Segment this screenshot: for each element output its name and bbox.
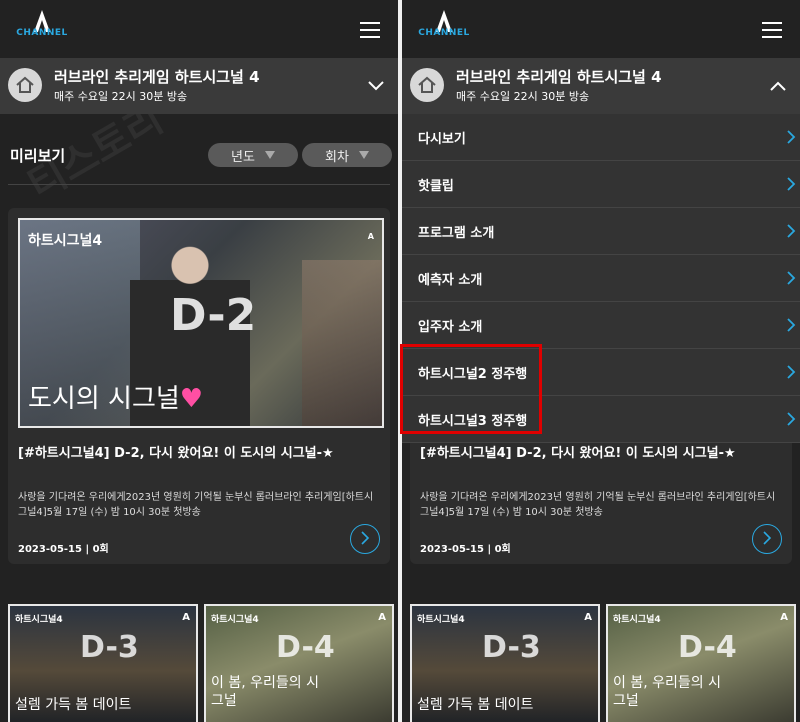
heart-icon: ♥ (179, 384, 204, 414)
chevron-right-icon[interactable] (752, 524, 782, 554)
section-title: 미리보기 (10, 147, 66, 165)
filter-label: 회차 (325, 149, 349, 165)
featured-card[interactable]: 하트시그널4 A D-2 도시의 시그널♥ [#하트시그널4] D-2, 다시 … (8, 208, 390, 564)
thumbnail-logo: 하트시그널4 (211, 615, 259, 625)
menu-item-replay[interactable]: 다시보기 (402, 114, 800, 161)
chevron-right-icon (787, 271, 796, 285)
top-bar: CHANNEL (0, 0, 398, 58)
thumbnail-caption: 설렘 가득 봄 데이트 (417, 697, 534, 713)
logo-text: CHANNEL (418, 28, 470, 38)
triangle-down-icon (358, 151, 369, 159)
channel-a-icon: A (584, 612, 592, 623)
chevron-right-icon (787, 365, 796, 379)
logo-text: CHANNEL (16, 28, 68, 38)
program-schedule: 매주 수요일 22시 30분 방송 (54, 90, 188, 103)
chevron-down-icon[interactable] (366, 76, 386, 96)
video-thumbnail[interactable]: 하트시그널4 A D-3 설렘 가득 봄 데이트 (410, 604, 600, 722)
thumbnail-logo: 하트시그널4 (28, 233, 103, 249)
menu-item-program-intro[interactable]: 프로그램 소개 (402, 208, 800, 255)
channel-a-icon: A (780, 612, 788, 623)
channel-a-icon: A (367, 232, 374, 241)
left-screen: 티스토리 티스토리 CHANNEL 러브라인 추리게임 하트시그널 4 매주 수… (0, 0, 398, 722)
menu-item-label: 다시보기 (418, 132, 466, 147)
card-description: 사랑을 기다려온 우리에게2023년 영원히 기억될 눈부신 롭러브라인 추리게… (18, 492, 374, 518)
menu-item-label: 예측자 소개 (418, 273, 483, 288)
thumbnail-badge: D-3 (80, 630, 139, 665)
card-title[interactable]: [#하트시그널4] D-2, 다시 왔어요! 이 도시의 시그널-★ (420, 442, 736, 461)
menu-item-label: 프로그램 소개 (418, 226, 495, 241)
card-description: 사랑을 기다려온 우리에게2023년 영원히 기억될 눈부신 롭러브라인 추리게… (420, 492, 776, 518)
menu-item-predictors[interactable]: 예측자 소개 (402, 255, 800, 302)
menu-item-residents[interactable]: 입주자 소개 (402, 302, 800, 349)
divider (8, 184, 390, 185)
home-icon[interactable] (410, 68, 444, 102)
program-title: 러브라인 추리게임 하트시그널 4 (54, 68, 260, 86)
card-title[interactable]: [#하트시그널4] D-2, 다시 왔어요! 이 도시의 시그널-★ (18, 442, 334, 461)
year-filter[interactable]: 년도 (208, 143, 298, 167)
chevron-right-icon (787, 224, 796, 238)
episode-filter[interactable]: 회차 (302, 143, 392, 167)
thumbnail-caption: 이 봄, 우리들의 시그널 (211, 675, 319, 709)
filter-label: 년도 (231, 149, 255, 165)
chevron-right-icon (787, 130, 796, 144)
thumbnail-caption: 도시의 시그널♥ (28, 384, 204, 414)
thumbnail-badge: D-3 (482, 630, 541, 665)
program-bar: 러브라인 추리게임 하트시그널 4 매주 수요일 22시 30분 방송 (0, 58, 398, 114)
thumbnail-badge: D-4 (678, 630, 737, 665)
chevron-right-icon (787, 412, 796, 426)
top-bar: CHANNEL (402, 0, 800, 58)
thumbnail-caption: 설렘 가득 봄 데이트 (15, 697, 132, 713)
menu-item-label: 핫클립 (418, 179, 454, 194)
channel-a-logo[interactable]: CHANNEL (16, 10, 68, 48)
menu-item-label: 입주자 소개 (418, 320, 483, 335)
chevron-up-icon[interactable] (768, 76, 788, 96)
thumbnail-caption: 이 봄, 우리들의 시그널 (613, 675, 721, 709)
home-icon[interactable] (8, 68, 42, 102)
card-date: 2023-05-15 | 0회 (420, 544, 511, 555)
program-title: 러브라인 추리게임 하트시그널 4 (456, 68, 662, 86)
chevron-right-icon (787, 318, 796, 332)
program-bar: 러브라인 추리게임 하트시그널 4 매주 수요일 22시 30분 방송 (402, 58, 800, 114)
video-thumbnail[interactable]: 하트시그널4 A D-4 이 봄, 우리들의 시그널 (204, 604, 394, 722)
chevron-right-icon[interactable] (350, 524, 380, 554)
channel-a-icon: A (378, 612, 386, 623)
hamburger-icon[interactable] (360, 22, 380, 38)
thumbnail-logo: 하트시그널4 (15, 615, 63, 625)
chevron-right-icon (787, 177, 796, 191)
thumbnail-badge: D-2 (170, 290, 257, 341)
triangle-down-icon (264, 151, 275, 159)
video-thumbnail[interactable]: 하트시그널4 A D-3 설렘 가득 봄 데이트 (8, 604, 198, 722)
card-date: 2023-05-15 | 0회 (18, 544, 109, 555)
hamburger-icon[interactable] (762, 22, 782, 38)
thumbnail-badge: D-4 (276, 630, 335, 665)
channel-a-logo[interactable]: CHANNEL (418, 10, 470, 48)
video-thumbnail[interactable]: 하트시그널4 A D-4 이 봄, 우리들의 시그널 (606, 604, 796, 722)
channel-a-icon: A (182, 612, 190, 623)
thumbnail-logo: 하트시그널4 (417, 615, 465, 625)
menu-item-hotclip[interactable]: 핫클립 (402, 161, 800, 208)
highlight-box (400, 344, 542, 434)
program-schedule: 매주 수요일 22시 30분 방송 (456, 90, 590, 103)
featured-thumbnail[interactable]: 하트시그널4 A D-2 도시의 시그널♥ (18, 218, 384, 428)
thumbnail-logo: 하트시그널4 (613, 615, 661, 625)
